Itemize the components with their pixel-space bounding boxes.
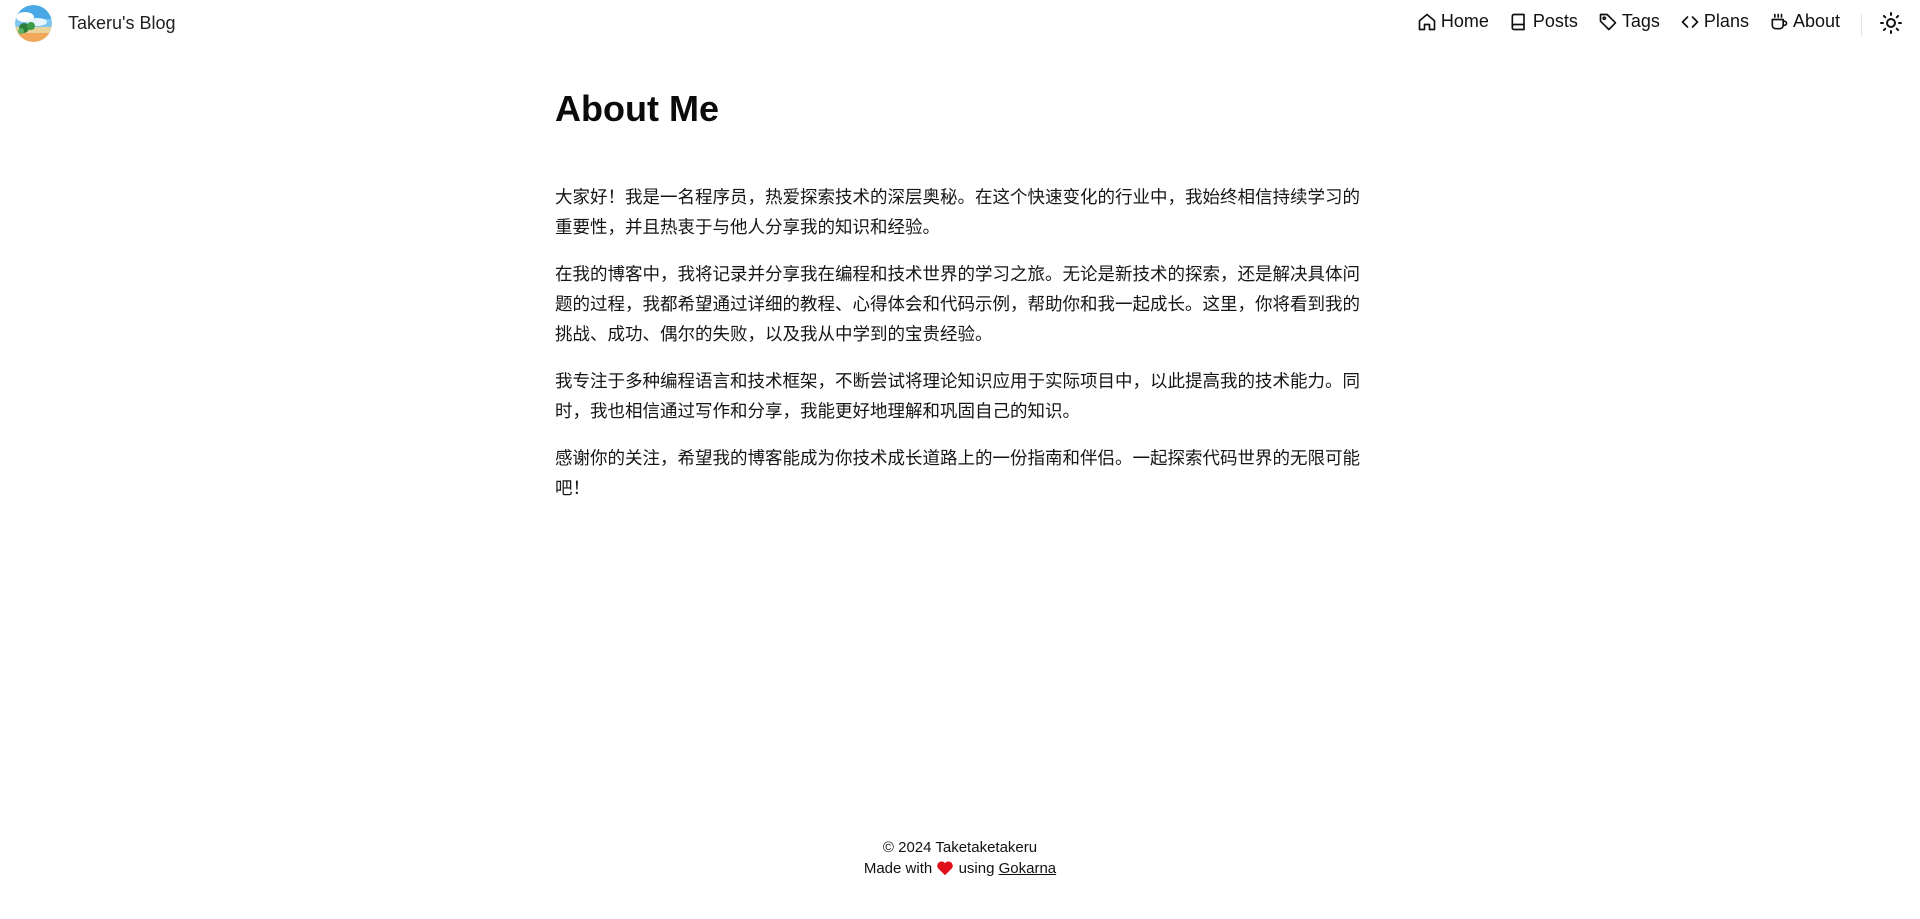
footer-made-with: Made with — [863, 860, 933, 877]
site-avatar — [15, 5, 52, 42]
nav-tags-label: Tags — [1621, 11, 1660, 31]
site-footer: © 2024 Taketaketakeru Made with using Go… — [0, 837, 1920, 879]
about-content: 大家好！我是一名程序员，热爱探索技术的深层奥秘。在这个快速变化的行业中，我始终相… — [555, 182, 1370, 520]
about-paragraph: 感谢你的关注，希望我的博客能成为你技术成长道路上的一份指南和伴侣。一起探索代码世… — [555, 448, 1360, 498]
site-title: Takeru's Blog — [68, 13, 176, 33]
nav-posts[interactable]: Posts — [1509, 11, 1578, 32]
nav-about[interactable]: About — [1769, 11, 1840, 32]
nav-plans[interactable]: Plans — [1680, 11, 1749, 32]
home-icon — [1417, 12, 1437, 32]
sun-icon — [1879, 12, 1903, 39]
nav-posts-label: Posts — [1532, 11, 1578, 31]
code-icon — [1680, 12, 1700, 32]
footer-copyright: © 2024 Taketaketakeru — [882, 839, 1038, 856]
site-header: Takeru's Blog Home Posts Tags Plans Abou… — [0, 0, 1920, 48]
tag-icon — [1598, 12, 1618, 32]
site-brand-link[interactable]: Takeru's Blog — [15, 5, 176, 42]
nav-tags[interactable]: Tags — [1598, 11, 1660, 32]
nav-home-label: Home — [1440, 11, 1489, 31]
footer-credit: Made with using Gokarna — [0, 858, 1920, 879]
gokarna-link[interactable]: Gokarna — [999, 860, 1057, 877]
about-paragraph: 我专注于多种编程语言和技术框架，不断尝试将理论知识应用于实际项目中，以此提高我的… — [555, 371, 1360, 421]
nav-plans-label: Plans — [1703, 11, 1749, 31]
about-paragraph: 大家好！我是一名程序员，热爱探索技术的深层奥秘。在这个快速变化的行业中，我始终相… — [555, 187, 1360, 237]
nav-divider — [1861, 14, 1862, 36]
coffee-icon — [1769, 12, 1789, 32]
theme-toggle-button[interactable] — [1879, 11, 1903, 35]
nav-about-label: About — [1792, 11, 1840, 31]
book-icon — [1509, 12, 1529, 32]
heart-icon — [936, 860, 954, 876]
main-nav: Home Posts Tags Plans About — [1417, 11, 1840, 32]
about-paragraph: 在我的博客中，我将记录并分享我在编程和技术世界的学习之旅。无论是新技术的探索，还… — [555, 264, 1360, 344]
nav-home[interactable]: Home — [1417, 11, 1489, 32]
page-title: About Me — [555, 88, 719, 129]
footer-using: using — [958, 860, 995, 877]
